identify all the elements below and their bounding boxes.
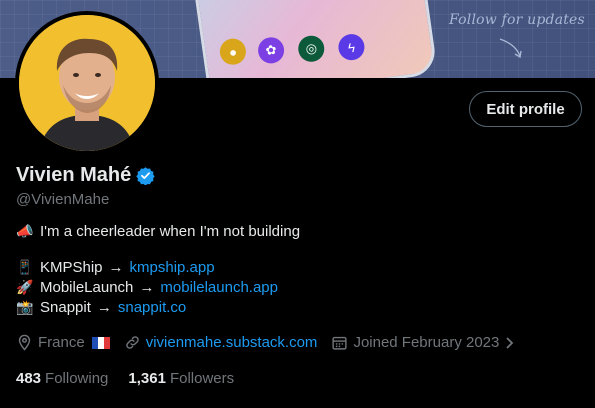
verified-badge-icon[interactable] [136,166,155,185]
snappit-link[interactable]: snappit.co [118,298,186,318]
handle: @VivienMahe [16,191,110,208]
website[interactable]: vivienmahe.substack.com [124,334,318,351]
link-icon [125,336,139,349]
arrow-text: → [108,259,124,276]
kmpship-link[interactable]: kmpship.app [130,258,215,278]
bolt-icon: ϟ [336,32,367,62]
chevron-right-icon [506,336,514,349]
toggle-icon: ● [218,37,248,67]
arrow-text: → [139,279,155,296]
project-name: MobileLaunch [40,279,134,296]
rocket-icon: 🚀 [16,280,34,296]
mobilelaunch-link[interactable]: mobilelaunch.app [160,278,278,298]
profile-meta: France vivienmahe.substack.com Joined Fe… [16,334,530,351]
display-name: Vivien Mahé [16,164,132,186]
phone-icon: 📱 [16,260,34,276]
bio-project-kmpship: 📱 KMPShip → kmpship.app [16,258,300,278]
bio-project-mobilelaunch: 🚀 MobileLaunch → mobilelaunch.app [16,278,300,298]
follow-stats: 483 Following 1,361 Followers [16,370,254,387]
calendar-icon [332,336,348,350]
bio-text: I'm a cheerleader when I'm not building [40,223,301,240]
banner-phone-image: ✿ ◎ ϟ ● [192,0,438,78]
profile-photo [19,15,155,151]
bio-line: 📣 I'm a cheerleader when I'm not buildin… [16,222,300,242]
joined-text: Joined February 2023 [353,334,500,351]
joined-date[interactable]: Joined February 2023 [331,334,516,351]
lotus-icon: ✿ [256,35,286,66]
name-row: Vivien Mahé [16,164,155,187]
avatar[interactable] [15,11,159,155]
bio-project-snappit: 📸 Snappit → snappit.co [16,298,300,318]
followers-link[interactable]: 1,361 Followers [128,370,234,387]
circle-icon: ◎ [296,34,326,64]
arrow-text: → [96,299,112,316]
followers-label: Followers [169,370,235,387]
location: France [16,334,110,351]
project-name: KMPShip [40,259,103,276]
edit-profile-button[interactable]: Edit profile [469,91,582,127]
camera-icon: 📸 [16,300,34,316]
bio: 📣 I'm a cheerleader when I'm not buildin… [16,222,300,318]
location-pin-icon [18,334,31,351]
website-link[interactable]: vivienmahe.substack.com [146,334,318,351]
megaphone-icon: 📣 [16,224,34,240]
following-count: 483 [16,370,42,387]
location-text: France [38,334,85,351]
following-label: Following [45,370,109,387]
banner-follow-text: Follow for updates [449,12,585,28]
following-link[interactable]: 483 Following [16,370,108,387]
project-name: Snappit [40,299,91,316]
france-flag-icon [91,336,110,349]
curved-arrow-icon [499,38,522,59]
followers-count: 1,361 [128,370,166,387]
